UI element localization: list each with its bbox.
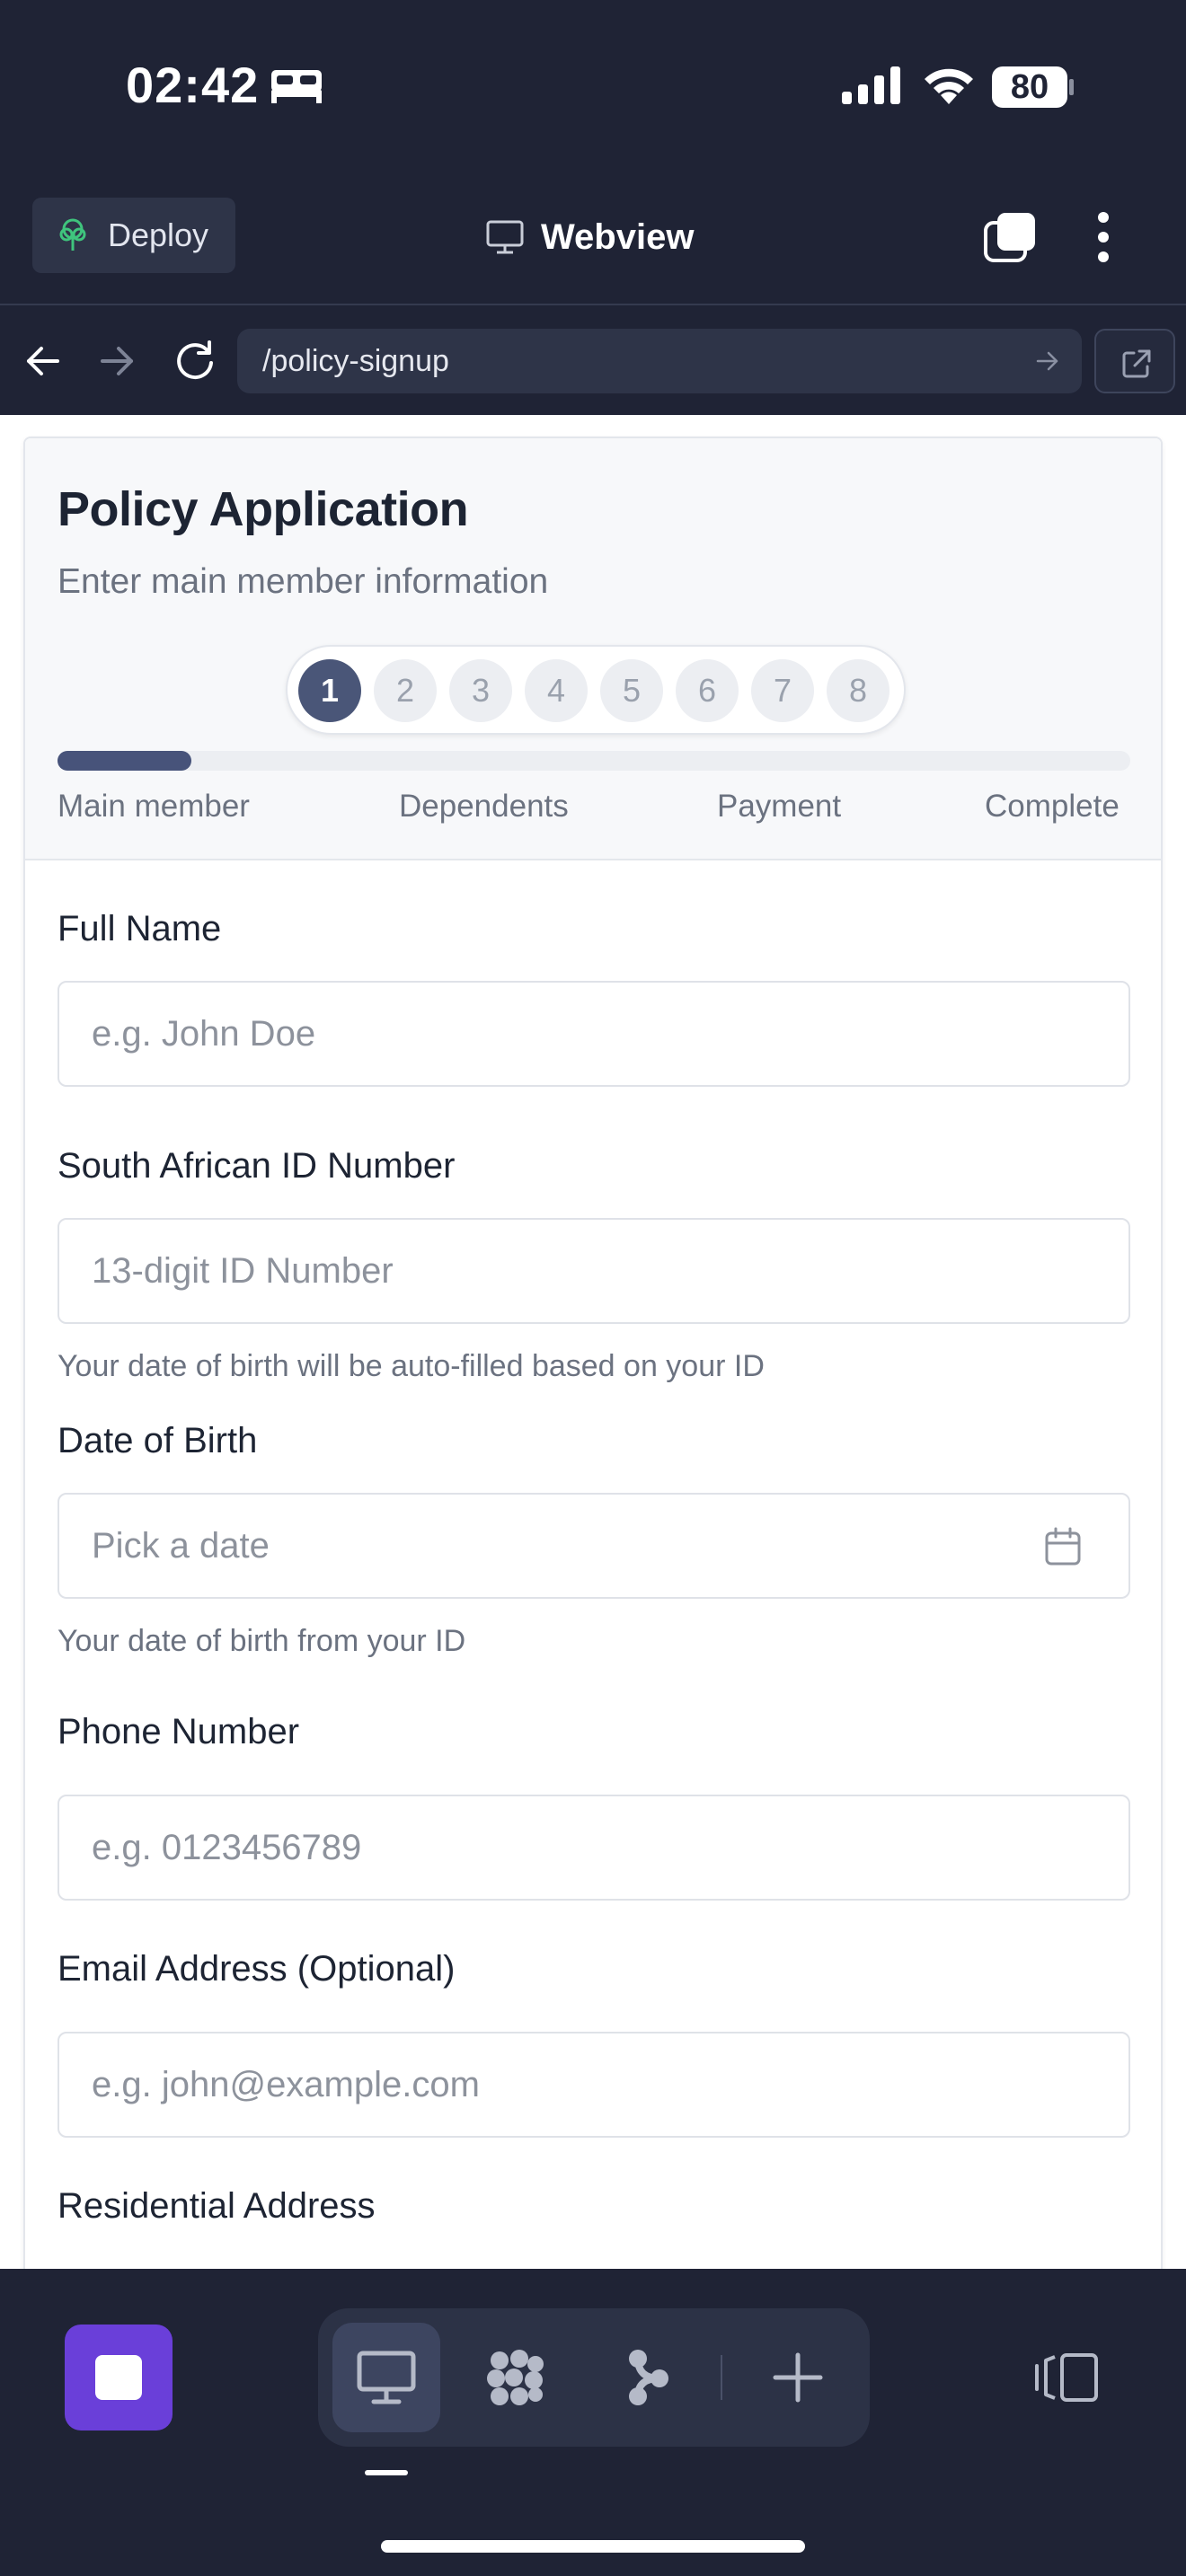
full-name-label: Full Name xyxy=(58,909,222,948)
more-vertical-icon[interactable] xyxy=(1094,210,1112,264)
home-indicator xyxy=(381,2540,805,2553)
status-bar: 02:42 80 xyxy=(0,0,1186,171)
cellular-signal-icon xyxy=(842,66,900,104)
stage-dependents: Dependents xyxy=(399,789,569,824)
step-5[interactable]: 5 xyxy=(600,659,663,722)
arrow-right-icon[interactable] xyxy=(97,341,137,381)
stage-payment: Payment xyxy=(717,789,842,824)
step-indicator: 1 2 3 4 5 6 7 8 xyxy=(286,645,906,735)
progress-bar xyxy=(58,751,1130,771)
plus-icon xyxy=(773,2352,823,2403)
id-number-input[interactable] xyxy=(58,1218,1130,1324)
step-4[interactable]: 4 xyxy=(525,659,588,722)
form-header: Policy Application Enter main member inf… xyxy=(25,438,1161,860)
dob-placeholder: Pick a date xyxy=(92,1526,270,1566)
stop-button[interactable] xyxy=(65,2325,173,2430)
active-tool-indicator xyxy=(365,2470,408,2475)
webview-title-text: Webview xyxy=(541,216,695,257)
agent-tool-button[interactable] xyxy=(462,2323,570,2432)
dots-grid-icon xyxy=(487,2350,544,2405)
git-tool-button[interactable] xyxy=(591,2323,699,2432)
stage-main-member: Main member xyxy=(58,789,250,824)
dob-helper: Your date of birth from your ID xyxy=(58,1624,466,1658)
step-2[interactable]: 2 xyxy=(374,659,437,722)
webview-title: Webview xyxy=(485,210,694,264)
open-external-button[interactable] xyxy=(1094,329,1175,393)
deploy-label: Deploy xyxy=(108,216,209,253)
panel-toggle-icon[interactable] xyxy=(1033,2350,1100,2405)
calendar-icon xyxy=(1045,1527,1081,1566)
policy-form-card: Policy Application Enter main member inf… xyxy=(23,437,1163,2269)
reload-icon[interactable] xyxy=(173,338,217,383)
bottom-toolbar xyxy=(0,2269,1186,2576)
step-1[interactable]: 1 xyxy=(298,659,361,722)
email-input[interactable] xyxy=(58,2032,1130,2138)
bed-icon xyxy=(271,70,322,103)
monitor-icon xyxy=(486,220,524,254)
webview-content: Policy Application Enter main member inf… xyxy=(0,415,1186,2269)
step-3[interactable]: 3 xyxy=(449,659,512,722)
arrow-left-icon[interactable] xyxy=(23,341,63,381)
id-number-label: South African ID Number xyxy=(58,1146,456,1186)
battery-level: 80 xyxy=(992,66,1067,108)
stage-complete: Complete xyxy=(985,789,1120,824)
stop-icon xyxy=(95,2355,142,2400)
id-number-helper: Your date of birth will be auto-filled b… xyxy=(58,1349,765,1383)
git-branch-icon xyxy=(629,2350,668,2405)
tree-icon xyxy=(59,218,86,251)
address-label: Residential Address xyxy=(58,2186,376,2226)
tabs-icon[interactable] xyxy=(983,210,1039,264)
battery-icon: 80 xyxy=(992,66,1074,108)
step-7[interactable]: 7 xyxy=(751,659,814,722)
tool-divider xyxy=(721,2355,722,2400)
url-bar: /policy-signup xyxy=(0,307,1186,415)
status-time: 02:42 xyxy=(126,57,260,113)
wifi-icon xyxy=(925,68,973,104)
monitor-icon xyxy=(357,2351,416,2404)
full-name-input[interactable] xyxy=(58,981,1130,1087)
webview-header: Deploy Webview xyxy=(0,171,1186,305)
step-8[interactable]: 8 xyxy=(827,659,890,722)
phone-input[interactable] xyxy=(58,1795,1130,1901)
go-arrow-icon[interactable] xyxy=(1035,348,1060,374)
url-field[interactable]: /policy-signup xyxy=(237,329,1082,393)
deploy-button[interactable]: Deploy xyxy=(32,198,235,273)
phone-label: Phone Number xyxy=(58,1712,300,1751)
webview-tool-button[interactable] xyxy=(332,2323,440,2432)
dob-label: Date of Birth xyxy=(58,1421,258,1460)
dob-date-picker[interactable]: Pick a date xyxy=(58,1493,1130,1599)
email-label: Email Address (Optional) xyxy=(58,1949,456,1989)
url-text: /policy-signup xyxy=(262,344,449,378)
tool-group xyxy=(318,2308,870,2447)
progress-fill xyxy=(58,751,191,771)
external-link-icon xyxy=(1122,349,1151,378)
page-subtitle: Enter main member information xyxy=(58,562,549,601)
page-title: Policy Application xyxy=(58,482,469,536)
add-tool-button[interactable] xyxy=(744,2323,852,2432)
step-6[interactable]: 6 xyxy=(676,659,739,722)
